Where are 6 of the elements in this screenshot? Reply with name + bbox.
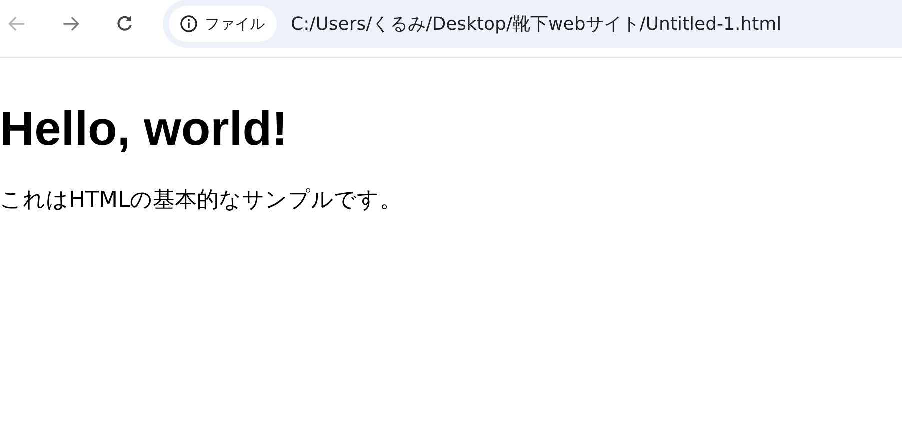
site-info-chip[interactable]: ファイル [169, 6, 277, 42]
info-icon [179, 14, 199, 34]
page-heading: Hello, world! [0, 102, 289, 158]
page-paragraph: これはHTMLの基本的なサンプルです。 [0, 188, 404, 214]
address-bar[interactable]: ファイル C:/Users/くるみ/Desktop/靴下webサイト/Untitled-1.html [163, 0, 902, 48]
url-text: C:/Users/くるみ/Desktop/靴下webサイト/Untitled-1.html [291, 13, 782, 36]
